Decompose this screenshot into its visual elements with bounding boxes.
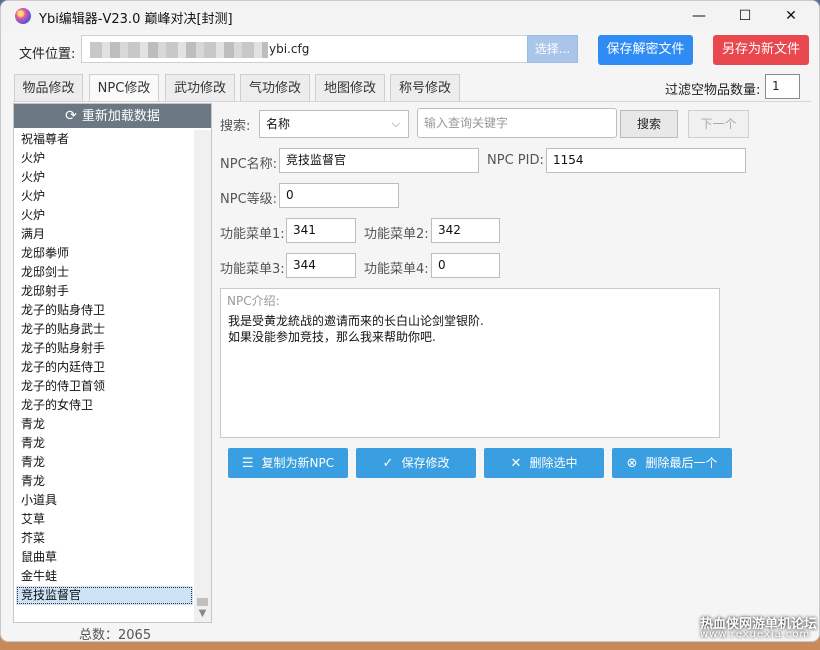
list-item[interactable]: 青龙 [14,453,195,472]
maximize-button[interactable]: ☐ [722,1,768,31]
filter-empty-items-input[interactable]: 1 [765,74,800,99]
tab-items[interactable]: 物品修改 [14,74,83,101]
search-label: 搜索: [220,119,251,134]
list-item[interactable]: 芥菜 [14,529,195,548]
reload-data-button[interactable]: ⟳ 重新加载数据 [14,104,211,128]
filter-empty-items-label: 过滤空物品数量: [665,83,761,98]
delete-last-label: 删除最后一个 [645,456,718,470]
list-item[interactable]: 龙邸拳师 [14,244,195,263]
chevron-down-icon[interactable]: ▼ [194,605,211,622]
tab-title[interactable]: 称号修改 [390,74,460,101]
chevron-down-icon: ⌵ [391,117,400,130]
list-item[interactable]: 龙子的贴身侍卫 [14,301,195,320]
file-location-label: 文件位置: [19,47,76,62]
copy-as-new-npc-label: 复制为新NPC [261,456,335,470]
list-scrollbar[interactable]: ▼ [194,130,211,622]
check-circle-icon: ✓ [382,456,394,471]
tab-martial-arts[interactable]: 武功修改 [165,74,235,101]
total-count: 总数：2065 [79,628,152,642]
menu4-label: 功能菜单4: [364,262,429,277]
file-path-field[interactable]: ybi.cfg [81,35,527,63]
watermark-url: www.rexuexia.com [700,629,811,640]
list-item[interactable]: 火炉 [14,168,195,187]
close-button[interactable]: ✕ [768,1,814,31]
list-item[interactable]: 小道具 [14,491,195,510]
list-item[interactable]: 龙邸剑士 [14,263,195,282]
save-changes-label: 保存修改 [401,456,450,470]
list-item[interactable]: 龙子的侍卫首领 [14,377,195,396]
reload-data-label: 重新加载数据 [81,109,160,124]
save-changes-button[interactable]: ✓ 保存修改 [356,448,476,478]
list-item[interactable]: 龙邸射手 [14,282,195,301]
menu1-field[interactable]: 341 [286,218,356,243]
window-title: Ybi编辑器-V23.0 巅峰对决[封测] [39,12,233,27]
list-item[interactable]: 火炉 [14,206,195,225]
close-circle-icon: ⊗ [626,456,638,471]
npc-intro-textarea[interactable]: NPC介绍: 我是受黄龙統战的邀请而来的长白山论剑堂银阶. 如果没能参加竞技，那… [220,288,720,438]
choose-file-button[interactable]: 选择... [527,35,578,63]
list-item[interactable]: 金牛蛙 [14,567,195,586]
redacted-path-blur [90,41,268,58]
title-bar: Ybi编辑器-V23.0 巅峰对决[封测] — ☐ ✕ [1,1,819,31]
search-field-select[interactable]: 名称 ⌵ [259,110,409,138]
search-keyword-placeholder: 输入查询关键字 [424,116,509,130]
tab-qigong[interactable]: 气功修改 [240,74,310,101]
npc-list[interactable]: 祝福尊者 火炉 火炉 火炉 火炉 满月 龙邸拳师 龙邸剑士 龙邸射手 龙子的贴身侍卫 龙子的贴身武士… [14,130,195,622]
delete-selected-label: 删除选中 [529,456,578,470]
list-item[interactable]: 满月 [14,225,195,244]
list-item[interactable]: 青龙 [14,472,195,491]
list-item[interactable]: 火炉 [14,149,195,168]
refresh-icon: ⟳ [65,108,77,124]
list-item[interactable]: 龙子的女侍卫 [14,396,195,415]
npc-intro-label: NPC介绍: [227,294,280,308]
list-item-selected[interactable]: 竞技监督官 [16,586,193,605]
tab-npc[interactable]: NPC修改 [89,74,159,102]
delete-selected-button[interactable]: ✕ 删除选中 [484,448,604,478]
list-item[interactable]: 祝福尊者 [14,130,195,149]
list-item[interactable]: 火炉 [14,187,195,206]
search-field-value: 名称 [266,117,291,131]
list-item[interactable]: 龙子的贴身射手 [14,339,195,358]
list-icon: ☰ [241,456,254,471]
search-button[interactable]: 搜索 [620,110,678,138]
copy-as-new-npc-button[interactable]: ☰ 复制为新NPC [228,448,348,478]
save-decrypted-button[interactable]: 保存解密文件 [598,35,693,65]
app-window: Ybi编辑器-V23.0 巅峰对决[封测] — ☐ ✕ 文件位置: ybi.cf… [0,0,820,642]
list-item[interactable]: 龙子的贴身武士 [14,320,195,339]
list-item[interactable]: 鼠曲草 [14,548,195,567]
npc-list-panel: ⟳ 重新加载数据 祝福尊者 火炉 火炉 火炉 火炉 满月 龙邸拳师 龙邸剑士 龙邸射手 龙子的贴身侍… [13,103,212,623]
npc-level-label: NPC等级: [220,192,278,207]
menu3-field[interactable]: 344 [286,253,356,278]
file-path-suffix: ybi.cfg [269,42,310,56]
save-as-new-button[interactable]: 另存为新文件 [713,35,809,65]
list-item[interactable]: 艾草 [14,510,195,529]
menu1-label: 功能菜单1: [220,227,285,242]
menu2-label: 功能菜单2: [364,227,429,242]
list-item[interactable]: 青龙 [14,434,195,453]
menu4-field[interactable]: 0 [431,253,500,278]
npc-name-field[interactable]: 竞技监督官 [279,148,479,173]
list-item[interactable]: 青龙 [14,415,195,434]
list-item[interactable]: 龙子的内廷侍卫 [14,358,195,377]
app-logo-icon [15,8,31,24]
npc-intro-line: 我是受黄龙統战的邀请而来的长白山论剑堂银阶. [228,314,484,328]
search-keyword-input[interactable]: 输入查询关键字 [417,108,617,138]
tab-divider [13,101,811,102]
menu3-label: 功能菜单3: [220,262,285,277]
close-icon: ✕ [510,456,522,471]
npc-pid-field[interactable]: 1154 [546,148,746,173]
npc-pid-label: NPC PID: [487,153,544,168]
menu2-field[interactable]: 342 [431,218,500,243]
npc-level-field[interactable]: 0 [279,183,399,208]
npc-intro-line: 如果没能参加竞技，那么我来帮助你吧. [228,330,436,344]
npc-name-label: NPC名称: [220,157,278,172]
minimize-button[interactable]: — [676,1,722,31]
next-result-button[interactable]: 下一个 [688,110,749,138]
tab-map[interactable]: 地图修改 [315,74,385,101]
delete-last-button[interactable]: ⊗ 删除最后一个 [612,448,732,478]
